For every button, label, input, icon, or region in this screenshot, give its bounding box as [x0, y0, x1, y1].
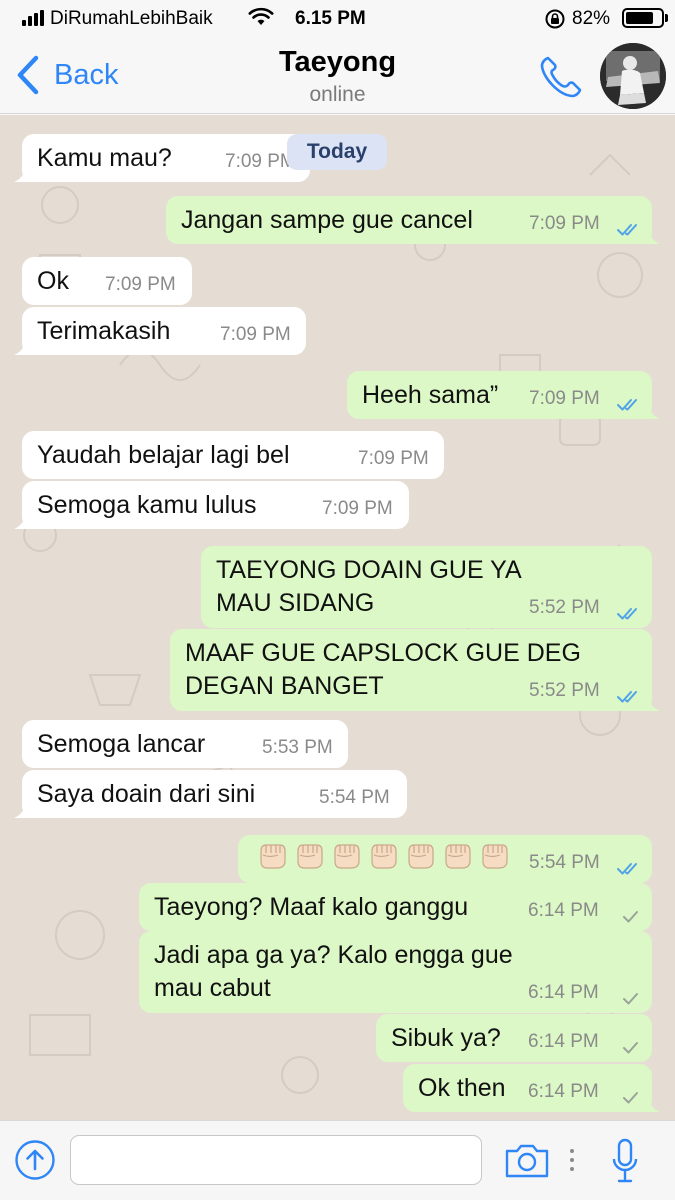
message-text: Saya doain dari sini [37, 780, 256, 808]
raised-fist-emoji [330, 841, 362, 878]
message-time: 7:09 PM [220, 324, 291, 345]
signal-icon [22, 10, 44, 26]
bubble-tail [14, 802, 32, 818]
message-time: 7:09 PM [529, 213, 600, 234]
double-check-icon [616, 391, 642, 411]
raised-fist-emoji [478, 841, 510, 878]
outgoing-message[interactable]: Heeh sama” 7:09 PM [347, 371, 660, 419]
raised-fist-emoji [441, 841, 473, 878]
message-text: TAEYONG DOAIN GUE YA [216, 556, 522, 584]
outgoing-message[interactable]: 5:54 PM [238, 835, 652, 883]
incoming-message[interactable]: Semoga lancar 5:53 PM [22, 720, 348, 768]
orientation-lock-icon [545, 9, 565, 29]
outgoing-message[interactable]: Jangan sampe gue cancel 7:09 PM [166, 196, 660, 244]
message-input[interactable] [70, 1135, 482, 1185]
outgoing-message[interactable]: Taeyong? Maaf kalo ganggu 6:14 PM [139, 883, 652, 931]
microphone-icon[interactable] [610, 1137, 640, 1185]
status-time: 6.15 PM [295, 8, 366, 29]
incoming-message[interactable]: Semoga kamu lulus 7:09 PM [14, 481, 409, 529]
date-separator: Today [287, 134, 387, 170]
incoming-message[interactable]: Terimakasih 7:09 PM [14, 307, 306, 355]
message-time: 5:54 PM [319, 787, 390, 808]
outgoing-message[interactable]: Jadi apa ga ya? Kalo engga gue mau cabut 6… [139, 931, 652, 1013]
bubble-tail [14, 339, 32, 355]
check-icon [616, 1084, 642, 1104]
outgoing-message[interactable]: Ok then 6:14 PM [403, 1064, 660, 1112]
bubble-tail [642, 403, 660, 419]
message-time: 5:52 PM [529, 597, 600, 618]
bubble-tail [14, 513, 32, 529]
message-text: mau cabut [154, 974, 271, 1002]
message-time: 7:09 PM [105, 274, 176, 295]
bubble-tail [14, 166, 32, 182]
wifi-icon [248, 7, 274, 25]
message-time: 7:09 PM [225, 151, 296, 172]
message-time: 6:14 PM [528, 982, 599, 1003]
raised-fist-emoji [367, 841, 399, 878]
avatar-photo [600, 43, 666, 109]
incoming-message[interactable]: Kamu mau? 7:09 PM [14, 134, 310, 182]
raised-fist-emoji [293, 841, 325, 878]
message-text: Semoga lancar [37, 730, 206, 758]
message-text: Jadi apa ga ya? Kalo engga gue [154, 941, 513, 969]
status-bar: DiRumahLebihBaik 6.15 PM 82% [0, 0, 675, 38]
message-text: Ok [37, 267, 69, 295]
raised-fist-emoji [404, 841, 436, 878]
carrier-name: DiRumahLebihBaik [50, 8, 213, 29]
chat-header: Back Taeyong online [0, 38, 675, 114]
check-icon [616, 903, 642, 923]
message-text: Jangan sampe gue cancel [181, 206, 473, 234]
incoming-message[interactable]: Ok 7:09 PM [22, 257, 192, 305]
message-text: Heeh sama” [362, 381, 499, 409]
message-text: Yaudah belajar lagi bel [37, 441, 290, 469]
message-text: Kamu mau? [37, 144, 172, 172]
double-check-icon [616, 600, 642, 620]
message-time: 7:09 PM [529, 388, 600, 409]
message-text: MAU SIDANG [216, 589, 375, 617]
outgoing-message[interactable]: TAEYONG DOAIN GUE YA MAU SIDANG 5:52 PM [201, 546, 652, 628]
incoming-message[interactable]: Yaudah belajar lagi bel 7:09 PM [22, 431, 444, 479]
message-text: Ok then [418, 1074, 506, 1102]
check-icon [616, 985, 642, 1005]
message-time: 5:52 PM [529, 680, 600, 701]
message-text: Terimakasih [37, 317, 171, 345]
message-time: 5:53 PM [262, 737, 333, 758]
message-time: 6:14 PM [528, 900, 599, 921]
battery-percent: 82% [572, 8, 611, 29]
phone-icon[interactable] [538, 54, 584, 100]
double-check-icon [616, 683, 642, 703]
message-time: 7:09 PM [322, 498, 393, 519]
double-check-icon [616, 216, 642, 236]
more-dots-icon[interactable] [569, 1145, 575, 1175]
outgoing-message[interactable]: Sibuk ya? 6:14 PM [376, 1014, 652, 1062]
bubble-tail [642, 228, 660, 244]
arrow-up-circle-icon[interactable] [14, 1139, 56, 1181]
chat-area[interactable]: Today Kamu mau? 7:09 PM Jangan sampe gue c… [0, 115, 675, 1120]
message-text: Semoga kamu lulus [37, 491, 257, 519]
message-time: 5:54 PM [529, 852, 600, 873]
message-time: 7:09 PM [358, 448, 429, 469]
incoming-message[interactable]: Saya doain dari sini 5:54 PM [14, 770, 407, 818]
outgoing-message[interactable]: MAAF GUE CAPSLOCK GUE DEG DEGAN BANGET 5:5… [170, 629, 660, 711]
emoji-row [256, 841, 510, 878]
bubble-tail [642, 695, 660, 711]
battery-icon [622, 8, 664, 28]
avatar[interactable] [600, 43, 666, 109]
message-text: DEGAN BANGET [185, 672, 384, 700]
battery-tip [665, 14, 668, 22]
check-icon [616, 1034, 642, 1054]
input-bar [0, 1120, 675, 1200]
bubble-tail [642, 1096, 660, 1112]
message-time: 6:14 PM [528, 1081, 599, 1102]
camera-icon[interactable] [503, 1143, 551, 1179]
message-time: 6:14 PM [528, 1031, 599, 1052]
message-text: MAAF GUE CAPSLOCK GUE DEG [185, 639, 581, 667]
double-check-icon [616, 855, 642, 875]
raised-fist-emoji [256, 841, 288, 878]
message-text: Sibuk ya? [391, 1024, 501, 1052]
message-text: Taeyong? Maaf kalo ganggu [154, 893, 469, 921]
